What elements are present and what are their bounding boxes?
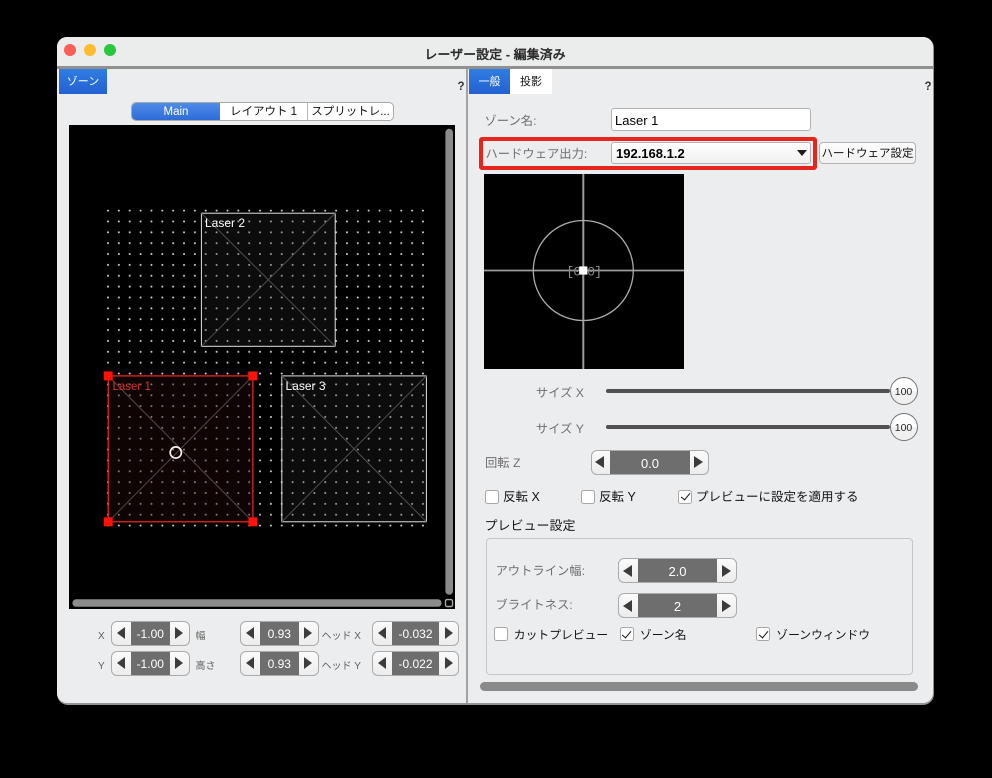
svg-text:Laser 3: Laser 3 [286, 377, 326, 394]
svg-text:Laser 1: Laser 1 [113, 378, 151, 394]
svg-text:Laser 2: Laser 2 [205, 214, 245, 231]
